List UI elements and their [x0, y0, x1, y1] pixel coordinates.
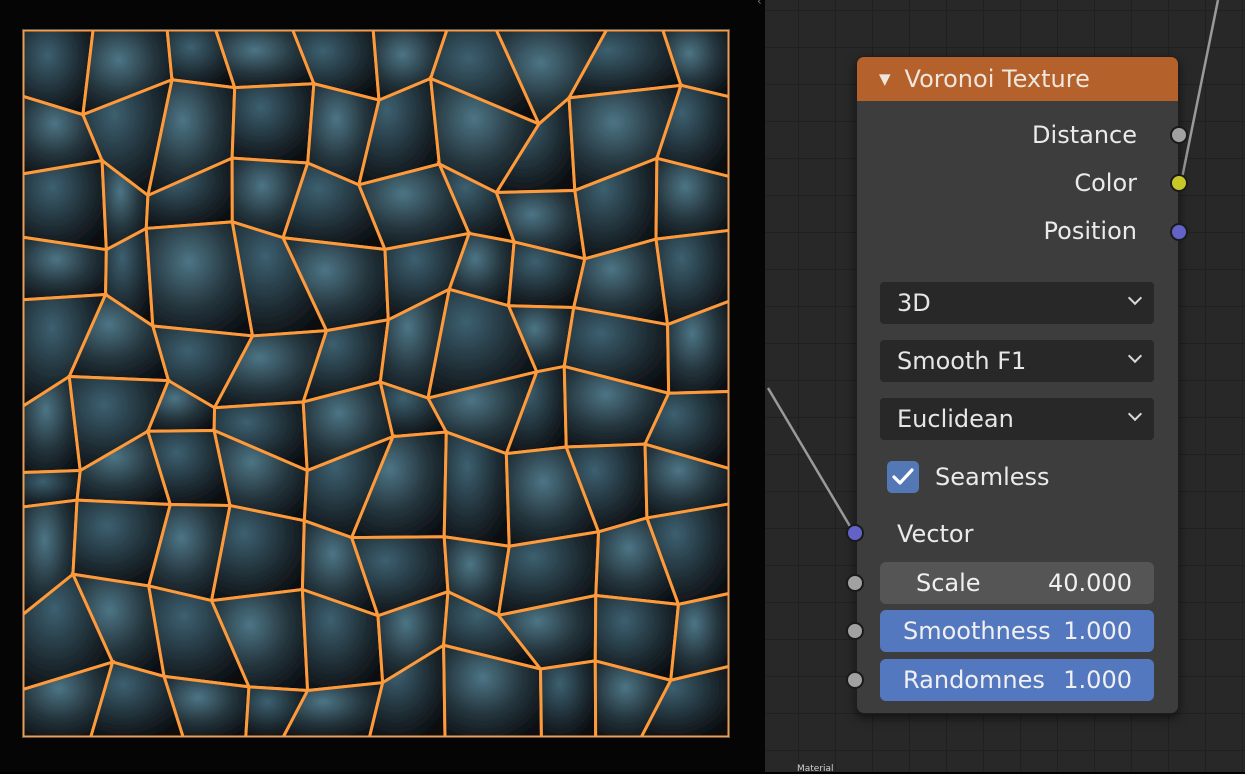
lava-rock-cell	[23, 235, 108, 302]
dimensions-dropdown[interactable]: 3D	[880, 282, 1154, 324]
dimensions-value: 3D	[897, 289, 931, 317]
material-label: Material	[797, 764, 834, 774]
vector-input-socket[interactable]	[846, 524, 864, 542]
lava-texture-graphic	[23, 30, 729, 737]
position-output-socket[interactable]	[1170, 223, 1188, 241]
randomness-input-socket[interactable]	[846, 671, 864, 689]
smoothness-field[interactable]: Smoothness 1.000	[880, 610, 1154, 652]
smoothness-value: 1.000	[1063, 617, 1132, 645]
distance-metric-value: Euclidean	[897, 405, 1014, 433]
output-position-label: Position	[1043, 217, 1137, 245]
randomness-value: 1.000	[1063, 666, 1132, 694]
feature-dropdown[interactable]: Smooth F1	[880, 340, 1154, 382]
chevron-down-icon	[1127, 406, 1143, 422]
feature-value: Smooth F1	[897, 347, 1027, 375]
scale-field[interactable]: Scale 40.000	[880, 562, 1154, 604]
vector-label: Vector	[897, 520, 974, 548]
lava-rock-cell	[539, 659, 598, 737]
scale-value: 40.000	[1048, 569, 1132, 597]
chevron-down-icon	[1127, 290, 1143, 306]
smoothness-label: Smoothness	[903, 617, 1051, 645]
render-preview-pane	[0, 0, 765, 772]
color-output-socket[interactable]	[1170, 174, 1188, 192]
node-header[interactable]: ▼ Voronoi Texture	[857, 57, 1178, 101]
randomness-label: Randomnes	[903, 666, 1045, 694]
smoothness-input-socket[interactable]	[846, 622, 864, 640]
lava-rock-cell	[23, 158, 108, 252]
lava-rock-cell	[230, 82, 316, 165]
output-distance-label: Distance	[1032, 121, 1137, 149]
scale-label: Scale	[916, 569, 981, 597]
checkmark-icon	[892, 468, 914, 485]
distance-output-socket[interactable]	[1170, 126, 1188, 144]
node-title: Voronoi Texture	[904, 65, 1090, 93]
output-color-label: Color	[1074, 169, 1137, 197]
chevron-down-icon	[1127, 348, 1143, 364]
seamless-checkbox[interactable]	[887, 461, 919, 493]
seamless-label: Seamless	[935, 463, 1050, 491]
randomness-field[interactable]: Randomnes 1.000	[880, 659, 1154, 701]
area-collapse-arrow-icon[interactable]: ‹	[757, 0, 762, 8]
lava-voronoi-render-image	[22, 29, 730, 738]
collapse-triangle-icon[interactable]: ▼	[879, 70, 891, 88]
distance-metric-dropdown[interactable]: Euclidean	[880, 398, 1154, 440]
scale-input-socket[interactable]	[846, 574, 864, 592]
